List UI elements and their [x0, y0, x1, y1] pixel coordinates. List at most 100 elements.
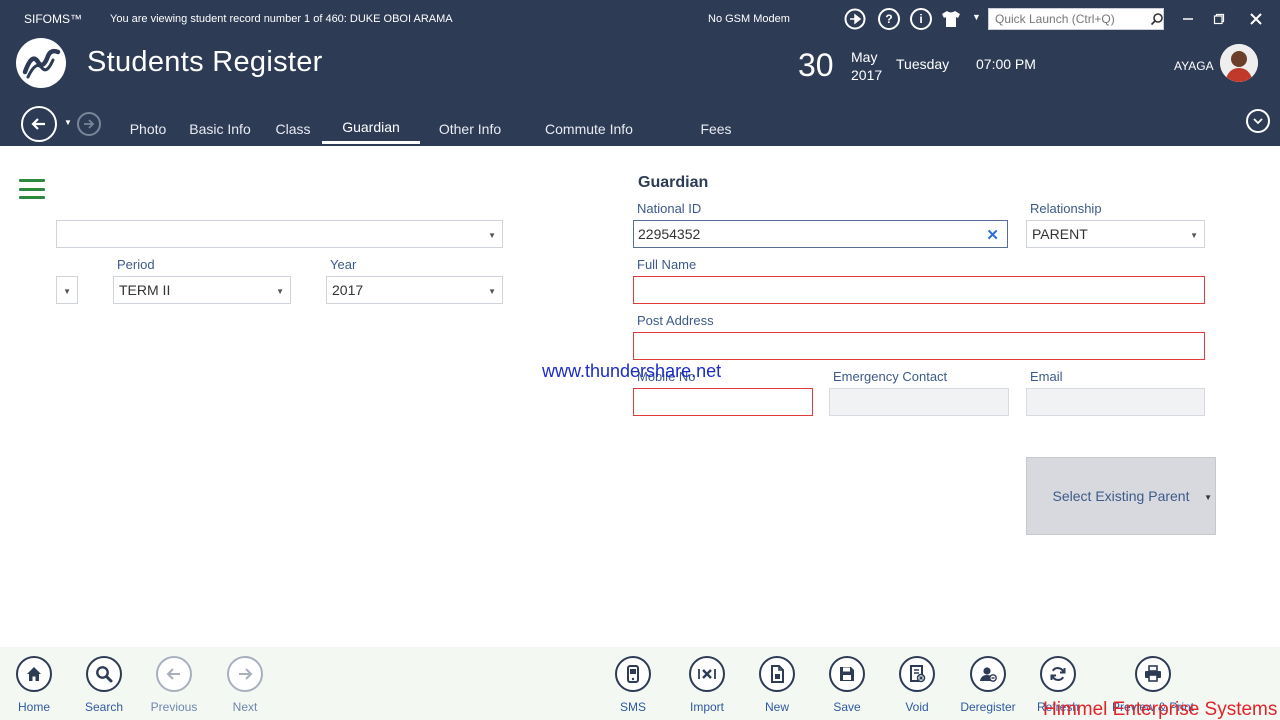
national-id-field[interactable]: ✕: [633, 220, 1008, 248]
full-name-label: Full Name: [637, 257, 697, 272]
arrow-right-icon: [227, 656, 263, 692]
void-icon: [899, 656, 935, 692]
date-weekday: Tuesday: [896, 56, 950, 72]
year-select[interactable]: 2017 ▼: [326, 276, 503, 304]
quick-launch[interactable]: [988, 8, 1164, 30]
import-label: Import: [689, 700, 724, 714]
date-month: May: [851, 49, 878, 65]
tab-photo[interactable]: Photo: [124, 112, 172, 144]
period-label: Period: [117, 257, 155, 272]
home-button[interactable]: Home: [4, 656, 64, 716]
deregister-icon: [970, 656, 1006, 692]
post-address-input[interactable]: [634, 333, 1204, 359]
sms-label: SMS: [619, 700, 646, 714]
email-field[interactable]: [1026, 388, 1205, 416]
sms-button[interactable]: SMS: [603, 656, 663, 716]
save-label: Save: [833, 700, 861, 714]
tab-guardian[interactable]: Guardian: [322, 112, 420, 144]
relationship-select-value: PARENT: [1032, 226, 1088, 242]
chevron-down-icon: ▼: [488, 231, 496, 240]
stream-select[interactable]: ▼: [56, 276, 78, 304]
post-address-field[interactable]: [633, 332, 1205, 360]
dropdown-caret-icon[interactable]: ▼: [972, 12, 981, 22]
app-header: SIFOMS™ You are viewing student record n…: [0, 0, 1280, 146]
chevron-down-icon: ▼: [488, 287, 496, 296]
email-input[interactable]: [1027, 389, 1204, 415]
tab-commute-info[interactable]: Commute Info: [538, 112, 640, 144]
new-label: New: [764, 700, 789, 714]
menu-icon[interactable]: [19, 179, 45, 199]
shirt-icon[interactable]: [940, 8, 962, 30]
class-select[interactable]: ▼: [56, 220, 503, 248]
mobile-field[interactable]: [633, 388, 813, 416]
arrow-left-icon: [156, 656, 192, 692]
home-label: Home: [17, 700, 50, 714]
next-button[interactable]: Next: [215, 656, 275, 716]
emergency-contact-input[interactable]: [830, 389, 1008, 415]
save-icon: [829, 656, 865, 692]
app-logo: [16, 38, 66, 88]
emergency-contact-label: Emergency Contact: [833, 369, 948, 384]
collapse-button[interactable]: [1246, 109, 1270, 133]
select-existing-parent-button[interactable]: Select Existing Parent ▼: [1026, 457, 1216, 535]
gsm-status: No GSM Modem: [708, 13, 790, 25]
footer-brand: Himmel Enterprise Systems: [1043, 699, 1278, 720]
user-name[interactable]: AYAGA: [1174, 59, 1214, 73]
chevron-down-icon: ▼: [276, 287, 284, 296]
relationship-select[interactable]: PARENT ▼: [1026, 220, 1205, 248]
email-label: Email: [1030, 369, 1063, 384]
chevron-down-icon: ▼: [63, 287, 71, 296]
deregister-button[interactable]: Deregister: [958, 656, 1018, 716]
search-icon[interactable]: [1150, 9, 1164, 29]
sms-icon: [615, 656, 651, 692]
tab-class[interactable]: Class: [272, 112, 314, 144]
tab-other-info[interactable]: Other Info: [432, 112, 508, 144]
year-label: Year: [330, 257, 357, 272]
plug-icon[interactable]: [844, 8, 866, 30]
deregister-label: Deregister: [960, 700, 1016, 714]
help-icon[interactable]: ?: [878, 8, 900, 30]
new-document-icon: [759, 656, 795, 692]
period-select[interactable]: TERM II ▼: [113, 276, 291, 304]
clock-time: 07:00 PM: [976, 56, 1036, 72]
chevron-down-icon: ▼: [1204, 493, 1212, 502]
previous-label: Previous: [150, 700, 198, 714]
period-select-value: TERM II: [119, 282, 171, 298]
previous-button[interactable]: Previous: [144, 656, 204, 716]
search-label: Search: [84, 700, 124, 714]
quick-launch-input[interactable]: [989, 9, 1150, 29]
void-button[interactable]: Void: [887, 656, 947, 716]
restore-button[interactable]: [1207, 8, 1231, 30]
students-register-window: SIFOMS™ You are viewing student record n…: [0, 0, 1280, 720]
guardian-section-title: Guardian: [638, 174, 709, 191]
save-button[interactable]: Save: [817, 656, 877, 716]
app-name: SIFOMS™: [24, 12, 83, 26]
full-name-field[interactable]: [633, 276, 1205, 304]
import-button[interactable]: Import: [677, 656, 737, 716]
new-button[interactable]: New: [747, 656, 807, 716]
import-icon: [689, 656, 725, 692]
minimize-button[interactable]: [1176, 8, 1200, 30]
date-year: 2017: [851, 67, 883, 83]
close-button[interactable]: [1244, 8, 1268, 30]
search-icon: [86, 656, 122, 692]
record-status: You are viewing student record number 1 …: [110, 13, 453, 25]
year-select-value: 2017: [332, 282, 364, 298]
void-label: Void: [905, 700, 929, 714]
mobile-input[interactable]: [634, 389, 812, 415]
next-label: Next: [232, 700, 258, 714]
back-history-caret-icon[interactable]: ▼: [64, 118, 72, 127]
national-id-label: National ID: [637, 201, 702, 216]
tab-fees[interactable]: Fees: [698, 112, 734, 144]
back-button[interactable]: [21, 106, 57, 142]
tab-basic-info[interactable]: Basic Info: [186, 112, 254, 144]
forward-button[interactable]: [77, 112, 101, 136]
home-icon: [16, 656, 52, 692]
full-name-input[interactable]: [634, 277, 1204, 303]
emergency-contact-field[interactable]: [829, 388, 1009, 416]
national-id-input[interactable]: [634, 221, 1007, 247]
clear-icon[interactable]: ✕: [986, 226, 999, 244]
search-button[interactable]: Search: [74, 656, 134, 716]
info-icon[interactable]: i: [910, 8, 932, 30]
avatar[interactable]: [1220, 44, 1258, 82]
